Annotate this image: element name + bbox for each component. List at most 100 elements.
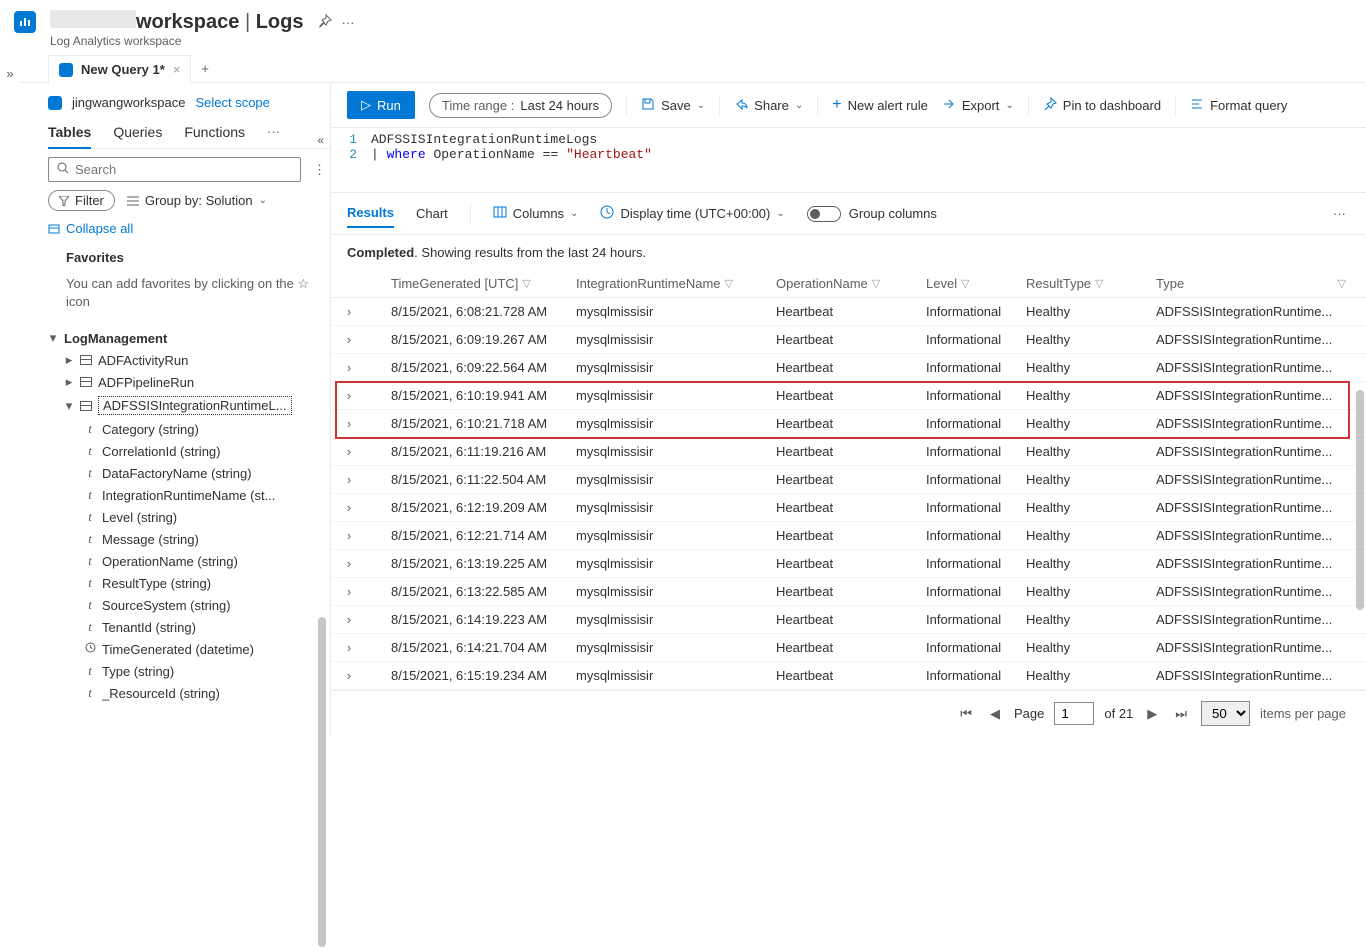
tree-table-item[interactable]: ▾ADFSSISIntegrationRuntimeL...: [48, 393, 324, 418]
tree-field-item[interactable]: tCorrelationId (string): [48, 440, 324, 462]
sidebar-tab-more[interactable]: ···: [267, 124, 280, 140]
pager-page-input[interactable]: [1054, 702, 1094, 725]
cell-rt: Healthy: [1026, 668, 1156, 683]
expand-row-icon[interactable]: ›: [331, 472, 361, 487]
group-columns-toggle[interactable]: Group columns: [807, 206, 937, 222]
add-tab-button[interactable]: +: [191, 57, 219, 80]
tree-group-logmanagement[interactable]: ▾ LogManagement: [48, 327, 324, 349]
select-scope-link[interactable]: Select scope: [195, 95, 269, 110]
expand-row-icon[interactable]: ›: [331, 500, 361, 515]
expand-row-icon[interactable]: ›: [331, 528, 361, 543]
expand-row-icon[interactable]: ›: [331, 416, 361, 431]
expand-row-icon[interactable]: ›: [331, 332, 361, 347]
query-tab[interactable]: New Query 1* ×: [48, 55, 191, 83]
tree-field-item[interactable]: t_ResourceId (string): [48, 682, 324, 704]
col-header-rt[interactable]: ResultType ▽: [1026, 276, 1156, 291]
search-input-wrapper[interactable]: [48, 157, 301, 182]
tree-field-item[interactable]: tType (string): [48, 660, 324, 682]
collapse-all-button[interactable]: Collapse all: [48, 221, 330, 236]
filter-icon[interactable]: ▽: [872, 277, 880, 290]
table-row[interactable]: › 8/15/2021, 6:10:19.941 AM mysqlmissisi…: [331, 382, 1366, 410]
col-header-time[interactable]: TimeGenerated [UTC] ▽: [391, 276, 576, 291]
table-row[interactable]: › 8/15/2021, 6:11:19.216 AM mysqlmissisi…: [331, 438, 1366, 466]
table-row[interactable]: › 8/15/2021, 6:12:21.714 AM mysqlmissisi…: [331, 522, 1366, 550]
expand-row-icon[interactable]: ›: [331, 640, 361, 655]
tree-field-item[interactable]: tResultType (string): [48, 572, 324, 594]
timerange-button[interactable]: Time range : Last 24 hours: [429, 93, 612, 118]
expand-row-icon[interactable]: ›: [331, 668, 361, 683]
groupby-button[interactable]: Group by: Solution ⌄: [127, 193, 267, 208]
expand-left-gutter[interactable]: »: [0, 54, 20, 736]
pager-size-select[interactable]: 50: [1201, 701, 1250, 726]
col-header-level[interactable]: Level ▽: [926, 276, 1026, 291]
clock-icon: [600, 205, 614, 222]
more-icon[interactable]: ···: [342, 15, 355, 30]
col-header-type[interactable]: Type ▽: [1156, 276, 1366, 291]
table-row[interactable]: › 8/15/2021, 6:13:22.585 AM mysqlmissisi…: [331, 578, 1366, 606]
tree-field-item[interactable]: tIntegrationRuntimeName (st...: [48, 484, 324, 506]
expand-row-icon[interactable]: ›: [331, 304, 361, 319]
tree-field-item[interactable]: tTenantId (string): [48, 616, 324, 638]
tree-field-item[interactable]: TimeGenerated (datetime): [48, 638, 324, 660]
run-button[interactable]: ▷ Run: [347, 91, 415, 119]
col-header-ir[interactable]: IntegrationRuntimeName ▽: [576, 276, 776, 291]
export-button[interactable]: Export⌄: [942, 97, 1014, 114]
search-input[interactable]: [75, 162, 292, 177]
filter-icon[interactable]: ▽: [1095, 277, 1103, 290]
table-row[interactable]: › 8/15/2021, 6:09:19.267 AM mysqlmissisi…: [331, 326, 1366, 354]
pager-prev[interactable]: ◀: [986, 706, 1004, 722]
results-more-icon[interactable]: ···: [1333, 206, 1346, 221]
table-row[interactable]: › 8/15/2021, 6:14:19.223 AM mysqlmissisi…: [331, 606, 1366, 634]
new-alert-button[interactable]: +New alert rule: [832, 96, 928, 114]
tree-table-item[interactable]: ▸ADFPipelineRun: [48, 371, 324, 393]
table-row[interactable]: › 8/15/2021, 6:11:22.504 AM mysqlmissisi…: [331, 466, 1366, 494]
tree-field-item[interactable]: tOperationName (string): [48, 550, 324, 572]
pager-last[interactable]: ⏭: [1171, 706, 1191, 722]
tree-field-item[interactable]: tCategory (string): [48, 418, 324, 440]
expand-row-icon[interactable]: ›: [331, 444, 361, 459]
table-row[interactable]: › 8/15/2021, 6:13:19.225 AM mysqlmissisi…: [331, 550, 1366, 578]
query-editor[interactable]: 1ADFSSISIntegrationRuntimeLogs 2| where …: [331, 128, 1366, 192]
filter-icon[interactable]: ▽: [961, 277, 969, 290]
filter-button[interactable]: Filter: [48, 190, 115, 211]
expand-row-icon[interactable]: ›: [331, 612, 361, 627]
expand-row-icon[interactable]: ›: [331, 388, 361, 403]
table-row[interactable]: › 8/15/2021, 6:10:21.718 AM mysqlmissisi…: [331, 410, 1366, 438]
table-row[interactable]: › 8/15/2021, 6:09:22.564 AM mysqlmissisi…: [331, 354, 1366, 382]
filter-icon[interactable]: ▽: [1338, 277, 1346, 290]
tree-field-item[interactable]: tLevel (string): [48, 506, 324, 528]
tree-table-item[interactable]: ▸ADFActivityRun: [48, 349, 324, 371]
save-button[interactable]: Save⌄: [641, 97, 705, 114]
display-time-button[interactable]: Display time (UTC+00:00)⌄: [600, 205, 784, 222]
filter-icon[interactable]: ▽: [725, 277, 733, 290]
pager-next[interactable]: ▶: [1143, 706, 1161, 722]
expand-row-icon[interactable]: ›: [331, 360, 361, 375]
expand-row-icon[interactable]: ›: [331, 556, 361, 571]
tree-field-item[interactable]: tSourceSystem (string): [48, 594, 324, 616]
share-button[interactable]: Share⌄: [734, 97, 803, 114]
columns-button[interactable]: Columns⌄: [493, 206, 579, 221]
table-row[interactable]: › 8/15/2021, 6:08:21.728 AM mysqlmissisi…: [331, 298, 1366, 326]
search-more-icon[interactable]: ⋮: [309, 162, 330, 178]
format-button[interactable]: Format query: [1190, 97, 1287, 114]
table-row[interactable]: › 8/15/2021, 6:14:21.704 AM mysqlmissisi…: [331, 634, 1366, 662]
col-header-op[interactable]: OperationName ▽: [776, 276, 926, 291]
pager-first[interactable]: ⏮: [956, 706, 976, 722]
grid-scrollbar[interactable]: [1356, 390, 1364, 610]
table-row[interactable]: › 8/15/2021, 6:15:19.234 AM mysqlmissisi…: [331, 662, 1366, 690]
expand-row-icon[interactable]: ›: [331, 584, 361, 599]
filter-icon[interactable]: ▽: [522, 277, 530, 290]
results-tab[interactable]: Results: [347, 199, 394, 228]
sidebar-tab-queries[interactable]: Queries: [113, 124, 162, 140]
table-row[interactable]: › 8/15/2021, 6:12:19.209 AM mysqlmissisi…: [331, 494, 1366, 522]
tree-scrollbar[interactable]: [318, 617, 326, 947]
pin-icon[interactable]: [318, 14, 332, 31]
chart-tab[interactable]: Chart: [416, 200, 448, 227]
pin-button[interactable]: Pin to dashboard: [1043, 97, 1161, 114]
tree-field-item[interactable]: tDataFactoryName (string): [48, 462, 324, 484]
sidebar-tab-tables[interactable]: Tables: [48, 124, 91, 149]
collapse-sidebar-icon[interactable]: «: [317, 133, 324, 147]
sidebar-tab-functions[interactable]: Functions: [184, 124, 245, 140]
close-tab-icon[interactable]: ×: [173, 62, 181, 77]
tree-field-item[interactable]: tMessage (string): [48, 528, 324, 550]
